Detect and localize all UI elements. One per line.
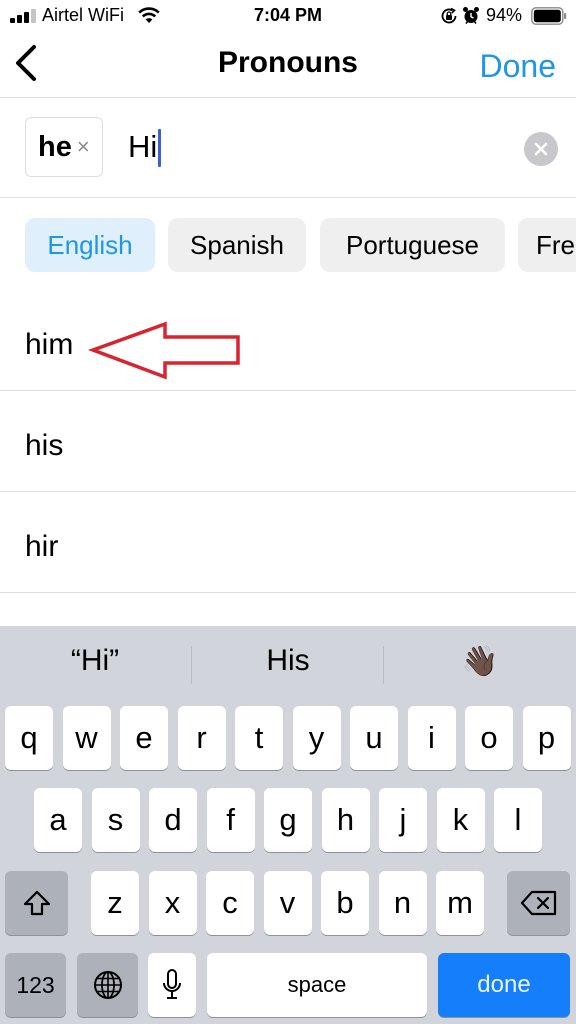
pronoun-search-input[interactable] (128, 125, 508, 169)
key-d[interactable]: d (149, 788, 197, 852)
backspace-icon (520, 890, 556, 916)
key-z[interactable]: z (91, 871, 139, 935)
key-f[interactable]: f (206, 788, 255, 852)
battery-percent: 94% (486, 5, 523, 25)
key-g[interactable]: g (264, 788, 312, 852)
delete-key[interactable] (507, 871, 570, 935)
suggestion-quoted[interactable]: “Hi” (0, 644, 190, 678)
key-r[interactable]: r (177, 706, 226, 770)
suggestion-emoji[interactable]: 👋🏿 (385, 644, 575, 679)
key-l[interactable]: l (494, 788, 542, 852)
key-a[interactable]: a (34, 788, 82, 852)
key-h[interactable]: h (321, 788, 370, 852)
shift-icon (23, 890, 50, 916)
key-v[interactable]: v (263, 871, 312, 935)
wifi-icon (138, 7, 160, 23)
list-item-partial (0, 593, 576, 627)
page-title: Pronouns (218, 46, 358, 79)
list-item[interactable]: him (0, 290, 576, 391)
key-o[interactable]: o (465, 706, 513, 770)
key-c[interactable]: c (206, 871, 254, 935)
nav-header: Pronouns Done (0, 32, 576, 98)
key-y[interactable]: y (292, 706, 341, 770)
globe-key[interactable] (77, 953, 138, 1017)
keyboard-done-key[interactable]: done (438, 953, 570, 1017)
key-i[interactable]: i (407, 706, 456, 770)
key-x[interactable]: x (148, 871, 197, 935)
suggestion-divider (383, 646, 384, 684)
numbers-key[interactable]: 123 (5, 953, 66, 1017)
list-item[interactable]: his (0, 391, 576, 492)
key-w[interactable]: w (62, 706, 111, 770)
key-m[interactable]: m (436, 871, 484, 935)
pronoun-results-list: him his hir (0, 290, 576, 627)
list-item-label: him (25, 328, 74, 361)
alarm-icon (463, 7, 479, 24)
list-item[interactable]: hir (0, 492, 576, 593)
chip-spanish[interactable]: Spanish (168, 218, 306, 272)
language-filter-chips: English Spanish Portuguese Fre (0, 198, 576, 290)
dictation-key[interactable] (148, 953, 196, 1017)
key-b[interactable]: b (321, 871, 369, 935)
text-caret (158, 129, 161, 167)
key-p[interactable]: p (522, 706, 571, 770)
key-q[interactable]: q (5, 706, 53, 770)
suggestion-divider (191, 646, 192, 684)
globe-icon (93, 971, 122, 999)
list-item-label: his (25, 429, 64, 462)
key-s[interactable]: s (91, 788, 140, 852)
battery-icon (531, 7, 567, 25)
shift-key[interactable] (5, 871, 68, 935)
microphone-icon (163, 969, 181, 999)
chip-portuguese[interactable]: Portuguese (320, 218, 505, 272)
token-remove-icon[interactable]: × (77, 136, 90, 158)
orientation-lock-icon (441, 7, 457, 24)
clear-icon (534, 142, 548, 156)
key-e[interactable]: e (120, 706, 168, 770)
key-u[interactable]: u (350, 706, 398, 770)
space-key[interactable]: space (207, 953, 427, 1017)
done-button[interactable]: Done (480, 48, 557, 85)
predictive-suggestions: “Hi” His 👋🏿 (0, 626, 576, 702)
list-item-label: hir (25, 530, 59, 563)
clear-search-button[interactable] (524, 132, 558, 166)
signal-icon (10, 9, 36, 23)
status-bar: Airtel WiFi 7:04 PM 94% (0, 0, 576, 32)
status-time: 7:04 PM (253, 5, 323, 25)
chip-english[interactable]: English (25, 218, 155, 272)
key-t[interactable]: t (235, 706, 283, 770)
onscreen-keyboard: “Hi” His 👋🏿 qwertyuiop asdfghjkl zxcvbnm… (0, 626, 576, 1024)
selected-pronoun-token[interactable]: he × (25, 117, 103, 177)
back-chevron-icon[interactable] (10, 42, 42, 84)
chip-french[interactable]: Fre (518, 218, 576, 272)
pronoun-search-row: he × (0, 99, 576, 198)
carrier-name: Airtel WiFi (42, 5, 124, 25)
token-label: he (38, 130, 72, 163)
key-k[interactable]: k (436, 788, 485, 852)
key-j[interactable]: j (379, 788, 427, 852)
suggestion-word[interactable]: His (193, 644, 383, 678)
key-n[interactable]: n (378, 871, 427, 935)
